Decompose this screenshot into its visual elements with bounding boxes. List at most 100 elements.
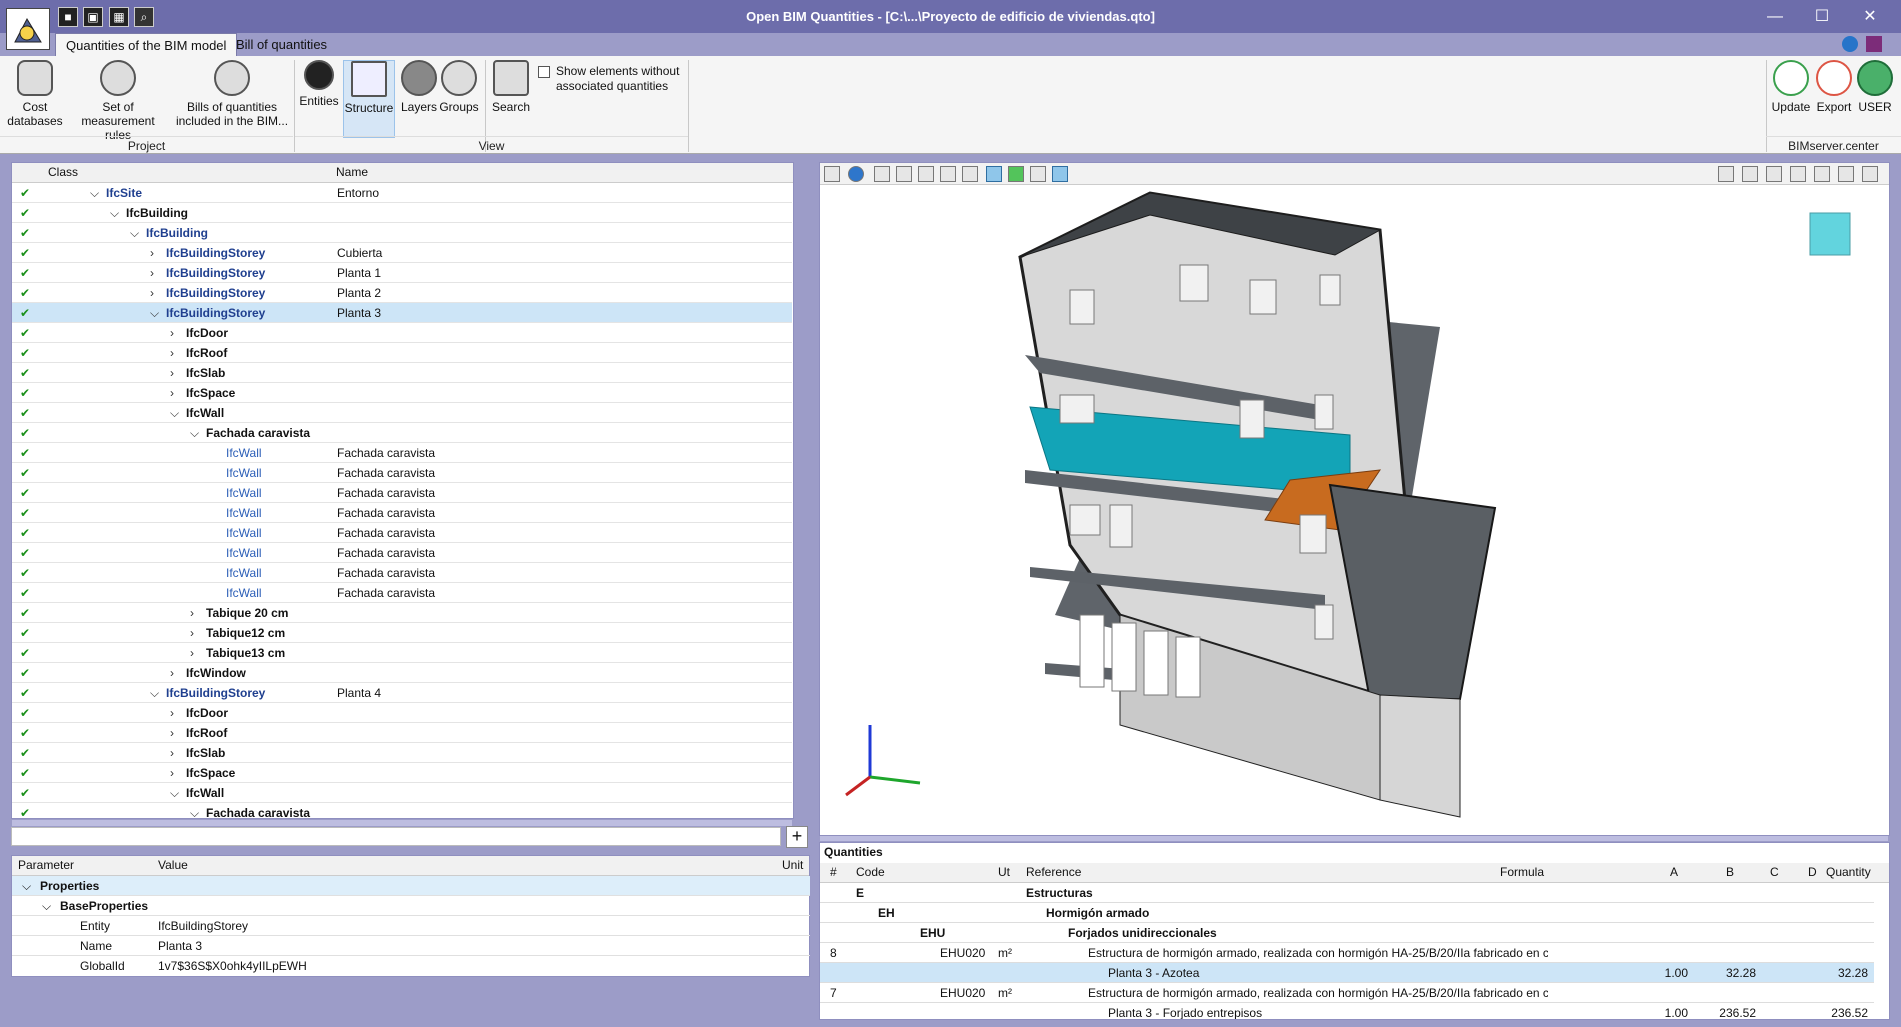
update-button[interactable]: Update: [1768, 60, 1814, 114]
maximize-button[interactable]: ☐: [1800, 5, 1844, 29]
chevron-down-icon[interactable]: ⌵: [42, 896, 51, 916]
tree-row[interactable]: ✔ IfcWall Fachada caravista: [12, 563, 792, 583]
visibility-check-icon[interactable]: ✔: [20, 223, 30, 243]
grid-icon[interactable]: [1030, 166, 1046, 182]
cube-icon[interactable]: [896, 166, 912, 182]
chevron-down-icon[interactable]: ⌵: [190, 803, 199, 818]
visibility-check-icon[interactable]: ✔: [20, 763, 30, 783]
entities-button[interactable]: Entities: [298, 60, 340, 108]
reference-column-header[interactable]: Reference: [1026, 865, 1081, 879]
user-button[interactable]: USER: [1854, 60, 1896, 114]
render-mode-icon[interactable]: [1008, 166, 1024, 182]
tree-row[interactable]: ✔ IfcWall Fachada caravista: [12, 483, 792, 503]
property-row[interactable]: Name Planta 3: [12, 936, 810, 956]
pan-hand-icon[interactable]: [1838, 166, 1854, 182]
visibility-check-icon[interactable]: ✔: [20, 403, 30, 423]
tree-row[interactable]: ✔ › IfcSlab: [12, 363, 792, 383]
tree-row[interactable]: ✔ IfcWall Fachada caravista: [12, 463, 792, 483]
show-elements-checkbox[interactable]: [538, 66, 550, 78]
b-column-header[interactable]: B: [1726, 865, 1734, 879]
tree-row[interactable]: ✔ IfcWall Fachada caravista: [12, 443, 792, 463]
visibility-check-icon[interactable]: ✔: [20, 283, 30, 303]
zoom-icon[interactable]: [1814, 166, 1830, 182]
visibility-check-icon[interactable]: ✔: [20, 243, 30, 263]
quantity-row[interactable]: 8 EHU020 m² Estructura de hormigón armado, …: [820, 943, 1874, 963]
visibility-check-icon[interactable]: ✔: [20, 703, 30, 723]
tree-row[interactable]: ✔ ⌵ Fachada caravista: [12, 803, 792, 818]
chevron-right-icon[interactable]: ›: [190, 643, 194, 663]
refresh-icon[interactable]: [1790, 166, 1806, 182]
quantity-row[interactable]: E Estructuras: [820, 883, 1874, 903]
visibility-check-icon[interactable]: ✔: [20, 183, 30, 203]
quantity-column-header[interactable]: Quantity: [1826, 865, 1871, 879]
visibility-check-icon[interactable]: ✔: [20, 303, 30, 323]
visibility-check-icon[interactable]: ✔: [20, 503, 30, 523]
visibility-check-icon[interactable]: ✔: [20, 643, 30, 663]
add-filter-button[interactable]: +: [786, 826, 808, 848]
zoom-window-icon[interactable]: [1742, 166, 1758, 182]
tree-row[interactable]: ✔ IfcWall Fachada caravista: [12, 503, 792, 523]
visibility-check-icon[interactable]: ✔: [20, 623, 30, 643]
property-row[interactable]: Entity IfcBuildingStorey: [12, 916, 810, 936]
d-column-header[interactable]: D: [1808, 865, 1817, 879]
chevron-right-icon[interactable]: ›: [190, 623, 194, 643]
chevron-right-icon[interactable]: ›: [170, 703, 174, 723]
chevron-right-icon[interactable]: ›: [150, 283, 154, 303]
viewer-splitter[interactable]: [820, 836, 1888, 841]
tree-row[interactable]: ✔ ⌵ IfcBuilding: [12, 203, 792, 223]
chevron-right-icon[interactable]: ›: [170, 323, 174, 343]
chevron-down-icon[interactable]: ⌵: [170, 783, 179, 803]
visibility-check-icon[interactable]: ✔: [20, 203, 30, 223]
visibility-check-icon[interactable]: ✔: [20, 723, 30, 743]
tree-row[interactable]: ✔ ⌵ IfcSite Entorno: [12, 183, 792, 203]
structure-button[interactable]: Structure: [343, 60, 395, 138]
tree-row[interactable]: ✔ › IfcSpace: [12, 383, 792, 403]
clip-icon[interactable]: [918, 166, 934, 182]
settings-icon[interactable]: [1862, 166, 1878, 182]
chevron-down-icon[interactable]: ⌵: [110, 203, 119, 223]
name-column-header[interactable]: Name: [336, 165, 368, 179]
chevron-right-icon[interactable]: ›: [170, 383, 174, 403]
search-button[interactable]: Search: [490, 60, 532, 114]
export-button[interactable]: Export: [1811, 60, 1857, 114]
chevron-down-icon[interactable]: ⌵: [170, 403, 179, 423]
unit-column-header[interactable]: Unit: [782, 858, 803, 872]
tree-row[interactable]: ✔ › Tabique13 cm: [12, 643, 792, 663]
tree-row[interactable]: ✔ IfcWall Fachada caravista: [12, 583, 792, 603]
tree-row[interactable]: ✔ › IfcSlab: [12, 743, 792, 763]
visibility-check-icon[interactable]: ✔: [20, 783, 30, 803]
info-icon[interactable]: [848, 166, 864, 182]
number-column-header[interactable]: #: [830, 865, 837, 879]
class-column-header[interactable]: Class: [48, 165, 78, 179]
tree-row[interactable]: ✔ › Tabique12 cm: [12, 623, 792, 643]
parameter-column-header[interactable]: Parameter: [18, 858, 74, 872]
visibility-check-icon[interactable]: ✔: [20, 603, 30, 623]
tree-row[interactable]: ✔ › IfcBuildingStorey Planta 2: [12, 283, 792, 303]
visibility-check-icon[interactable]: ✔: [20, 263, 30, 283]
visibility-check-icon[interactable]: ✔: [20, 423, 30, 443]
properties-section-row[interactable]: ⌵ Properties: [12, 876, 810, 896]
code-column-header[interactable]: Code: [856, 865, 885, 879]
hide-icon[interactable]: [940, 166, 956, 182]
chevron-down-icon[interactable]: ⌵: [190, 423, 199, 443]
visibility-check-icon[interactable]: ✔: [20, 363, 30, 383]
bim-3d-model[interactable]: [820, 185, 1890, 836]
chevron-right-icon[interactable]: ›: [150, 243, 154, 263]
visibility-check-icon[interactable]: ✔: [20, 563, 30, 583]
tree-row[interactable]: ✔ › IfcSpace: [12, 763, 792, 783]
groups-button[interactable]: Groups: [438, 60, 480, 114]
tree-row[interactable]: ✔ IfcWall Fachada caravista: [12, 523, 792, 543]
visibility-check-icon[interactable]: ✔: [20, 483, 30, 503]
chevron-down-icon[interactable]: ⌵: [150, 303, 159, 323]
visibility-check-icon[interactable]: ✔: [20, 383, 30, 403]
a-column-header[interactable]: A: [1670, 865, 1678, 879]
visibility-check-icon[interactable]: ✔: [20, 443, 30, 463]
tree-row[interactable]: ✔ › IfcRoof: [12, 343, 792, 363]
quantity-row[interactable]: 7 EHU020 m² Estructura de hormigón armado, …: [820, 983, 1874, 1003]
tree-row[interactable]: ✔ ⌵ Fachada caravista: [12, 423, 792, 443]
chevron-down-icon[interactable]: ⌵: [150, 683, 159, 703]
bills-quantities-button[interactable]: Bills of quantities included in the BIM.…: [172, 60, 292, 128]
tree-row[interactable]: ✔ IfcWall Fachada caravista: [12, 543, 792, 563]
book-icon[interactable]: [1866, 36, 1882, 52]
tree-row[interactable]: ✔ › IfcDoor: [12, 703, 792, 723]
